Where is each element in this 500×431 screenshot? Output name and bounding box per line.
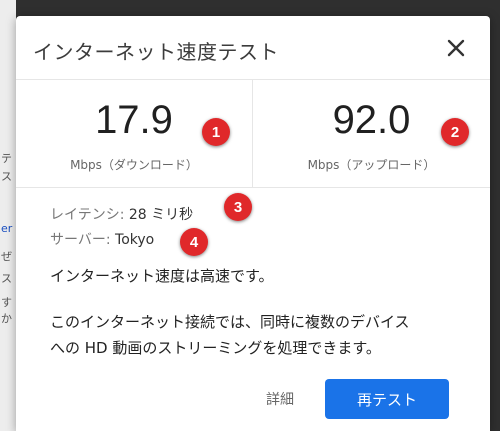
- background-text-fragment: ス: [1, 170, 12, 183]
- upload-speed-unit: Mbps（アップロード）: [307, 158, 436, 172]
- annotation-badge-1: 1: [202, 118, 230, 146]
- annotation-badge-2: 2: [441, 118, 469, 146]
- description-line-2: への HD 動画のストリーミングを処理できます。: [50, 339, 381, 357]
- download-speed-unit: Mbps（ダウンロード）: [70, 158, 198, 172]
- dialog-header: インターネット速度テスト: [16, 16, 490, 80]
- speed-status-text: インターネット速度は高速です。: [50, 267, 274, 285]
- background-text-fragment: ス: [1, 272, 12, 285]
- dialog-title: インターネット速度テスト: [33, 40, 279, 64]
- background-text-fragment: テ: [1, 152, 12, 165]
- retest-button[interactable]: 再テスト: [325, 379, 449, 419]
- latency-label: レイテンシ:: [50, 207, 125, 223]
- latency-value: 28 ミリ秒: [128, 207, 194, 223]
- server-label: サーバー:: [50, 232, 111, 248]
- speed-test-dialog: インターネット速度テスト 17.9 Mbps（ダウンロード） 92.0 Mbps…: [16, 16, 490, 431]
- latency-row: レイテンシ: 28 ミリ秒: [50, 204, 193, 224]
- background-text-fragment: er: [1, 222, 13, 235]
- close-icon: [447, 39, 465, 57]
- details-button[interactable]: 詳細: [252, 386, 308, 412]
- annotation-badge-3: 3: [224, 193, 252, 221]
- background-text-fragment: ぜ: [1, 250, 12, 263]
- server-row: サーバー: Tokyo: [50, 229, 154, 249]
- annotation-badge-4: 4: [180, 228, 208, 256]
- server-value: Tokyo: [115, 232, 155, 248]
- speed-results: 17.9 Mbps（ダウンロード） 92.0 Mbps（アップロード）: [16, 80, 490, 188]
- background-content-strip: テ ス er ぜ ス すか: [0, 0, 16, 431]
- description-line-1: このインターネット接続では、同時に複数のデバイス: [50, 313, 410, 331]
- close-button[interactable]: [442, 34, 470, 62]
- background-text-fragment: すか: [1, 296, 12, 325]
